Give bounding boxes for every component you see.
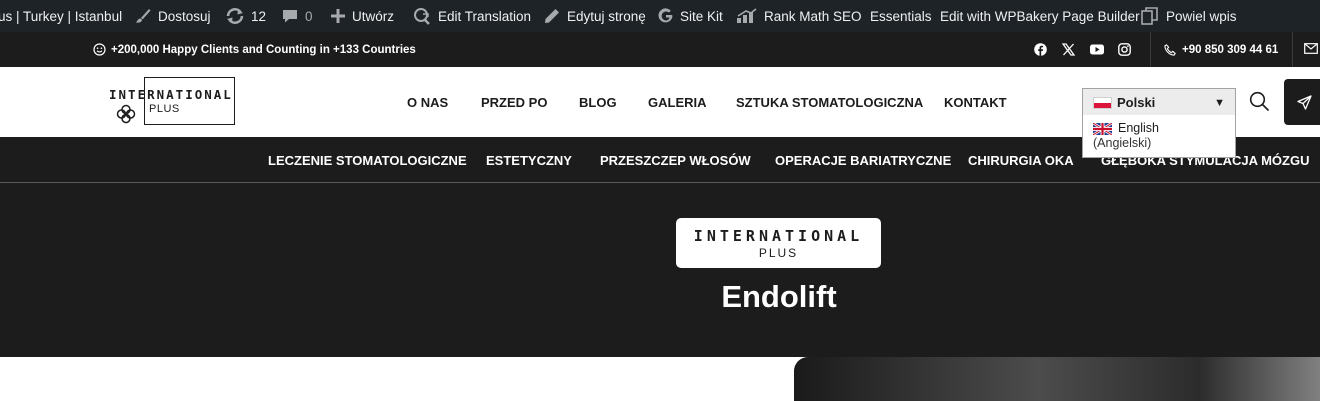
plus-icon bbox=[331, 9, 345, 23]
translation-icon bbox=[414, 8, 430, 25]
nav-item-dental-art[interactable]: SZTUKA STOMATOLOGICZNA bbox=[736, 67, 923, 137]
phone-link[interactable]: +90 850 309 44 61 bbox=[1164, 32, 1278, 67]
phone-icon bbox=[1164, 43, 1176, 56]
updates-icon bbox=[226, 8, 244, 24]
clover-logo-icon bbox=[116, 104, 136, 124]
comments-link[interactable]: 0 bbox=[281, 0, 313, 32]
subnav-item-bariatric[interactable]: OPERACJE BARIATRYCZNE bbox=[775, 137, 951, 182]
uk-flag-icon bbox=[1093, 122, 1112, 135]
facebook-icon[interactable] bbox=[1033, 42, 1048, 57]
edit-page-label: Edytuj stronę bbox=[567, 8, 646, 24]
language-selector[interactable]: Polski ▼ bbox=[1082, 88, 1236, 117]
rank-math-link[interactable]: Rank Math SEO bbox=[736, 0, 862, 32]
new-content-link[interactable]: Utwórz bbox=[330, 0, 394, 32]
nav-item-blog[interactable]: BLOG bbox=[579, 67, 617, 137]
site-kit-label: Site Kit bbox=[680, 8, 723, 24]
instagram-icon[interactable] bbox=[1117, 42, 1132, 57]
language-option-name: English bbox=[1118, 121, 1159, 135]
subnav-item-dental[interactable]: LECZENIE STOMATOLOGICZNE bbox=[268, 137, 467, 182]
nav-item-contact[interactable]: KONTAKT bbox=[944, 67, 1007, 137]
page-title: Endolift bbox=[721, 279, 837, 314]
edit-translation-link[interactable]: Edit Translation bbox=[412, 0, 531, 32]
edit-translation-label: Edit Translation bbox=[438, 8, 532, 24]
admin-bar: us | Turkey | Istanbul Dostosuj 12 0 Utw… bbox=[0, 0, 1320, 32]
nav-item-about[interactable]: O NAS bbox=[407, 67, 448, 137]
new-content-label: Utwórz bbox=[352, 8, 395, 24]
search-icon bbox=[1249, 91, 1270, 112]
search-button[interactable] bbox=[1249, 91, 1270, 117]
duplicate-post-link[interactable]: Powiel wpis bbox=[1140, 0, 1237, 32]
infobar-divider bbox=[1292, 32, 1293, 67]
site-name-link[interactable]: us | Turkey | Istanbul bbox=[0, 0, 122, 32]
language-option-native: (Angielski) bbox=[1093, 136, 1152, 150]
rank-math-label: Rank Math SEO bbox=[764, 8, 862, 24]
youtube-icon[interactable] bbox=[1089, 42, 1104, 57]
caret-down-icon: ▼ bbox=[1214, 97, 1225, 109]
tagline-text: +200,000 Happy Clients and Counting in +… bbox=[111, 43, 416, 56]
send-button[interactable] bbox=[1284, 79, 1320, 125]
paintbrush-icon bbox=[136, 9, 151, 23]
language-option-english[interactable]: English (Angielski) bbox=[1082, 115, 1236, 158]
wpbakery-label: Edit with WPBakery Page Builder bbox=[940, 8, 1140, 24]
site-name-label: us | Turkey | Istanbul bbox=[0, 8, 123, 24]
duplicate-icon bbox=[1141, 7, 1158, 25]
pencil-icon bbox=[545, 9, 559, 23]
wpbakery-link[interactable]: Edit with WPBakery Page Builder bbox=[940, 0, 1140, 32]
paper-plane-icon bbox=[1296, 94, 1312, 110]
updates-count: 12 bbox=[251, 8, 267, 24]
site-kit-link[interactable]: Site Kit bbox=[658, 0, 723, 32]
selected-language: Polski bbox=[1117, 95, 1156, 110]
hero-photo bbox=[794, 357, 1320, 401]
smiley-icon bbox=[93, 43, 106, 56]
hero-logo: INTERNATIONAL PLUS bbox=[676, 218, 881, 268]
comment-bubble-icon bbox=[283, 10, 297, 23]
logo-wordmark: INTERNATIONAL bbox=[109, 87, 233, 102]
comments-count: 0 bbox=[305, 8, 313, 24]
poland-flag-icon bbox=[1093, 96, 1112, 109]
hero-logo-plus-text: PLUS bbox=[758, 246, 799, 260]
phone-number: +90 850 309 44 61 bbox=[1182, 43, 1279, 56]
subnav-item-eye-surgery[interactable]: CHIRURGIA OKA bbox=[968, 137, 1074, 182]
x-icon[interactable] bbox=[1061, 42, 1076, 57]
edit-page-link[interactable]: Edytuj stronę bbox=[543, 0, 646, 32]
top-info-bar: +200,000 Happy Clients and Counting in +… bbox=[0, 32, 1320, 67]
essentials-label: Essentials bbox=[870, 8, 932, 24]
page-hero: INTERNATIONAL PLUS Endolift bbox=[0, 183, 1320, 357]
subnav-item-hair-transplant[interactable]: PRZESZCZEP WŁOSÓW bbox=[600, 137, 751, 182]
essentials-link[interactable]: Essentials bbox=[870, 0, 932, 32]
customize-label: Dostosuj bbox=[158, 8, 211, 24]
nav-item-before-after[interactable]: PRZED PO bbox=[481, 67, 547, 137]
customize-link[interactable]: Dostosuj bbox=[134, 0, 211, 32]
updates-link[interactable]: 12 bbox=[225, 0, 266, 32]
subnav-item-aesthetic[interactable]: ESTETYCZNY bbox=[486, 137, 572, 182]
google-g-icon bbox=[658, 8, 673, 23]
logo-plus-text: PLUS bbox=[149, 103, 180, 115]
infobar-divider bbox=[1150, 32, 1151, 67]
rank-math-chart-icon bbox=[737, 8, 757, 23]
happy-clients-notice: +200,000 Happy Clients and Counting in +… bbox=[93, 32, 416, 67]
nav-item-gallery[interactable]: GALERIA bbox=[648, 67, 707, 137]
mail-icon[interactable] bbox=[1304, 43, 1318, 57]
hero-logo-wordmark: INTERNATIONAL bbox=[693, 227, 864, 245]
duplicate-post-label: Powiel wpis bbox=[1166, 8, 1237, 24]
site-logo[interactable]: INTERNATIONAL PLUS bbox=[108, 77, 236, 125]
